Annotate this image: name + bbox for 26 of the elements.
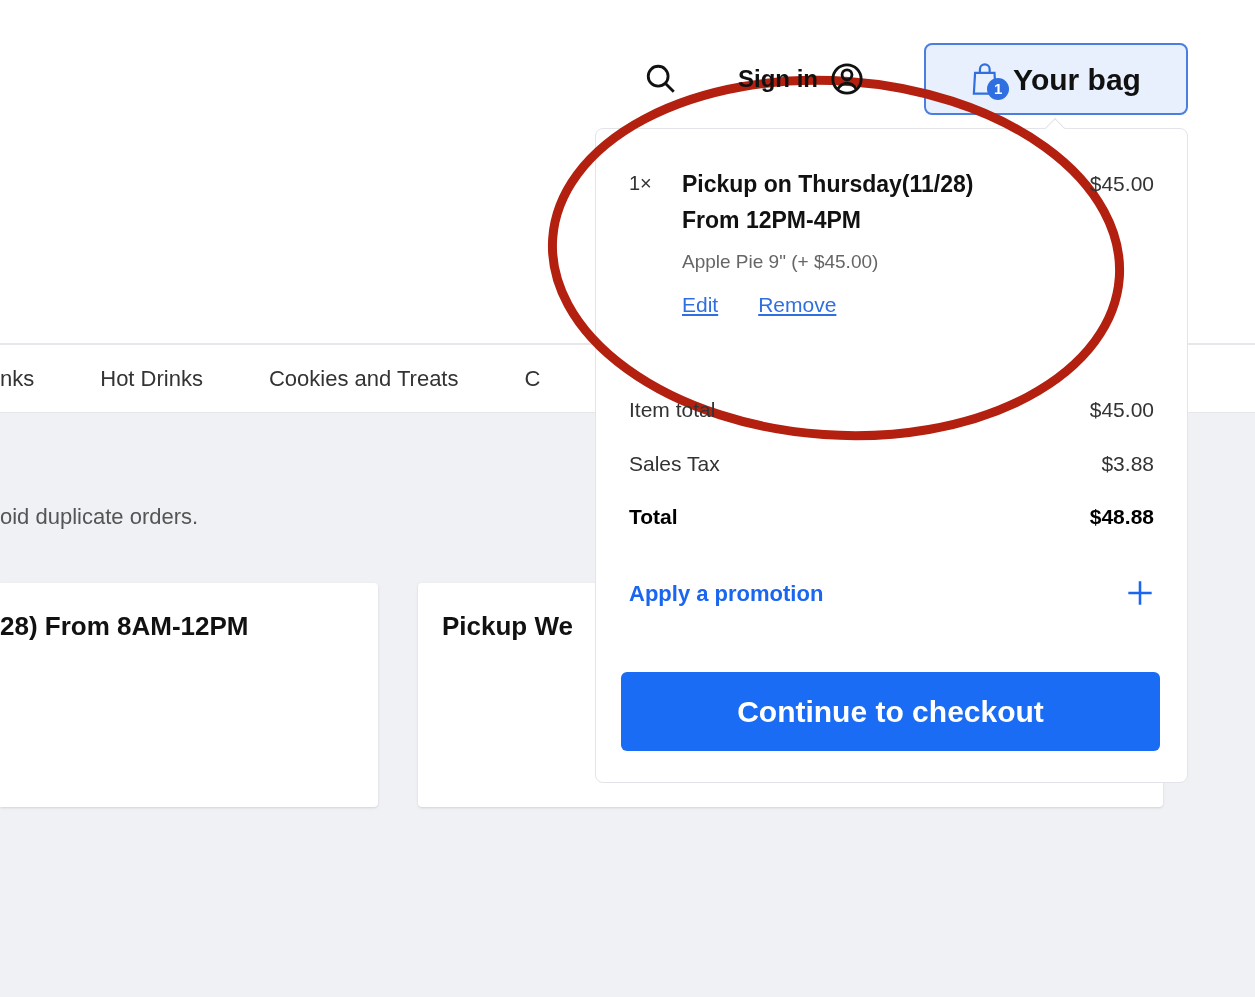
category-tab[interactable]: Cookies and Treats: [268, 362, 459, 395]
bag-count-badge: 1: [987, 78, 1010, 100]
card-title: 28) From 8AM-12PM: [0, 611, 249, 641]
item-quantity: 1×: [629, 171, 653, 196]
bag-button[interactable]: 1 Your bag: [924, 43, 1188, 115]
item-action-link[interactable]: Remove: [758, 288, 837, 320]
pickup-card[interactable]: 28) From 8AM-12PM: [0, 583, 378, 807]
search-icon[interactable]: [644, 62, 678, 96]
summary-label: Sales Tax: [629, 450, 720, 477]
apply-promotion-button[interactable]: Apply a promotion: [629, 576, 1154, 610]
item-title: Pickup on Thursday(11/28) From 12PM-4PM: [682, 170, 975, 235]
summary-label: Total: [629, 504, 678, 530]
card-title: Pickup We: [442, 611, 573, 641]
checkout-button[interactable]: Continue to checkout: [621, 671, 1160, 751]
item-option: Apple Pie 9" (+ $45.00): [682, 248, 1090, 277]
summary-value: $48.88: [1089, 504, 1154, 530]
user-icon: [830, 62, 864, 96]
summary-value: $3.88: [1101, 450, 1154, 477]
summary-value: $45.00: [1089, 397, 1154, 423]
plus-icon: [1126, 579, 1154, 607]
notice-text: oid duplicate orders.: [0, 503, 199, 531]
category-tab[interactable]: C: [524, 362, 541, 395]
category-tab[interactable]: Hot Drinks: [100, 362, 203, 395]
category-tab[interactable]: nks: [0, 362, 35, 395]
item-action-link[interactable]: Edit: [682, 288, 719, 320]
item-price: $45.00: [1089, 171, 1154, 197]
